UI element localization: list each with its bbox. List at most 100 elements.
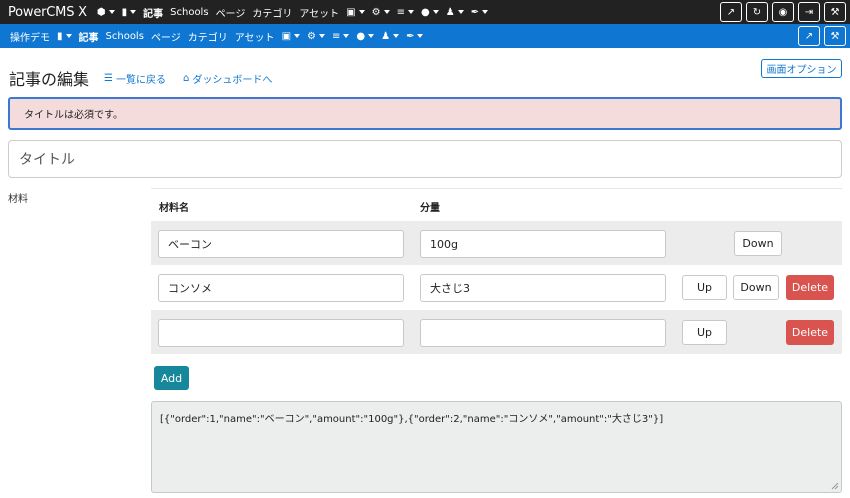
database-icon: ≡: [331, 30, 341, 42]
ws-nav-item-schools[interactable]: Schools: [106, 31, 144, 42]
ingredient-name-input[interactable]: [158, 319, 404, 347]
ws-plugins-menu[interactable]: ✒: [406, 30, 424, 42]
ingredient-name-input[interactable]: ベーコン: [158, 230, 404, 258]
delete-row-button[interactable]: Delete: [786, 320, 834, 345]
column-header-name: 材料名: [159, 203, 189, 214]
ws-nav-item-page[interactable]: ページ: [151, 29, 181, 44]
nav-item-page[interactable]: ページ: [216, 5, 246, 20]
json-textarea[interactable]: [{"order":1,"name":"ベーコン","amount":"100g…: [151, 401, 842, 493]
ingredient-amount-input[interactable]: 100g: [420, 230, 666, 258]
resize-grip-icon[interactable]: [831, 482, 839, 490]
nav-window-menu[interactable]: ▣: [346, 6, 365, 18]
nav-item-schools[interactable]: Schools: [170, 7, 208, 18]
ws-settings-menu[interactable]: ⚙: [307, 31, 325, 42]
comments-icon: ●: [356, 30, 366, 42]
ws-nav-item-entry[interactable]: 記事: [79, 29, 99, 44]
move-down-button[interactable]: Down: [734, 231, 782, 256]
ws-window-menu[interactable]: ▣: [281, 30, 301, 42]
logout-button[interactable]: ⇥: [798, 2, 820, 22]
alert-message: タイトルは必須です。: [24, 110, 123, 121]
move-up-button[interactable]: Up: [682, 275, 727, 300]
chevron-down-icon: [108, 10, 115, 14]
external-link-icon: ↗: [804, 30, 814, 42]
edit-external-button[interactable]: ↗: [720, 2, 742, 22]
add-row-button[interactable]: Add: [154, 366, 189, 390]
chevron-down-icon: [65, 34, 72, 38]
user-profile-button[interactable]: ◉: [772, 2, 794, 22]
nav-item-category[interactable]: カテゴリ: [252, 5, 292, 20]
ingredient-amount-input[interactable]: [420, 319, 666, 347]
nav-settings-menu[interactable]: ⚙: [372, 7, 390, 18]
nav-plugins-menu[interactable]: ✒: [470, 6, 489, 18]
nav-system-menu[interactable]: ⬢: [97, 7, 115, 18]
ws-nav-item-asset[interactable]: アセット: [235, 29, 275, 44]
plug-icon: ✒: [406, 30, 415, 42]
ws-bookmark-menu[interactable]: ▮: [57, 31, 72, 42]
move-up-button[interactable]: Up: [682, 320, 727, 345]
chevron-down-icon: [343, 34, 350, 38]
refresh-icon: ↻: [752, 6, 762, 18]
ws-tools-button[interactable]: ⚒: [824, 26, 846, 46]
back-to-list-link[interactable]: ☰ 一覧に戻る: [104, 71, 166, 86]
ingredient-name-input[interactable]: コンソメ: [158, 274, 404, 302]
database-icon: ≡: [396, 6, 405, 18]
chevron-down-icon: [393, 34, 400, 38]
ws-database-menu[interactable]: ≡: [331, 30, 350, 42]
comments-icon: ●: [421, 6, 430, 18]
home-icon: ⌂: [183, 73, 190, 84]
window-icon: ▣: [346, 6, 356, 18]
back-to-list-label: 一覧に戻る: [115, 75, 166, 86]
ingredients-label: 材料: [8, 194, 28, 205]
title-input[interactable]: タイトル: [8, 140, 842, 178]
delete-row-button[interactable]: Delete: [786, 275, 834, 300]
chevron-down-icon: [358, 10, 365, 14]
plug-icon: ✒: [470, 6, 480, 18]
json-value: [{"order":1,"name":"ベーコン","amount":"100g…: [160, 414, 664, 425]
chevron-down-icon: [482, 10, 489, 14]
chevron-down-icon: [318, 34, 325, 38]
chevron-down-icon: [432, 10, 439, 14]
refresh-button[interactable]: ↻: [746, 2, 768, 22]
tools-button[interactable]: ⚒: [824, 2, 846, 22]
page-title: 記事の編集: [9, 70, 90, 89]
user-circle-icon: ◉: [778, 6, 788, 18]
chevron-down-icon: [294, 34, 301, 38]
ws-external-button[interactable]: ↗: [798, 26, 820, 46]
column-header-amount: 分量: [420, 203, 440, 214]
user-plus-icon: ♟: [381, 30, 391, 42]
dashboard-link[interactable]: ⌂ ダッシュボードへ: [183, 71, 272, 86]
chevron-down-icon: [408, 10, 414, 14]
nav-item-asset[interactable]: アセット: [299, 5, 339, 20]
nav-comments-menu[interactable]: ●: [421, 7, 439, 18]
ws-nav-item-category[interactable]: カテゴリ: [188, 29, 228, 44]
nav-database-menu[interactable]: ≡: [397, 7, 414, 18]
ws-users-menu[interactable]: ♟: [381, 30, 400, 42]
screen-options-button[interactable]: 画面オプション: [761, 59, 842, 78]
nav-item-entry[interactable]: 記事: [143, 5, 163, 20]
chevron-down-icon: [417, 34, 424, 38]
ingredient-amount-input[interactable]: 大さじ3: [420, 274, 666, 302]
ws-comments-menu[interactable]: ●: [356, 30, 375, 42]
window-icon: ▣: [281, 30, 292, 42]
table-divider: [151, 188, 842, 189]
brand-logo[interactable]: PowerCMS X: [8, 5, 87, 20]
nav-bookmark-menu[interactable]: ▮: [122, 7, 137, 18]
dashboard-label: ダッシュボードへ: [192, 75, 273, 86]
bookmark-icon: ▮: [121, 6, 128, 18]
gear-icon: ⚙: [307, 30, 316, 42]
external-link-icon: ↗: [726, 6, 736, 18]
user-plus-icon: ♟: [445, 6, 455, 18]
chevron-down-icon: [368, 34, 375, 38]
move-down-button[interactable]: Down: [733, 275, 779, 300]
chevron-down-icon: [457, 10, 464, 14]
table-row: ベーコン 100g Down: [151, 221, 842, 265]
wrench-icon: ⚒: [830, 30, 840, 42]
gear-icon: ⚙: [371, 6, 381, 18]
workspace-name[interactable]: 操作デモ: [10, 29, 50, 44]
table-row: Up Delete: [151, 310, 842, 354]
sign-out-icon: ⇥: [804, 6, 814, 18]
nav-users-menu[interactable]: ♟: [446, 7, 464, 18]
title-placeholder: タイトル: [19, 152, 75, 168]
wrench-icon: ⚒: [830, 6, 840, 18]
chevron-down-icon: [130, 10, 137, 14]
